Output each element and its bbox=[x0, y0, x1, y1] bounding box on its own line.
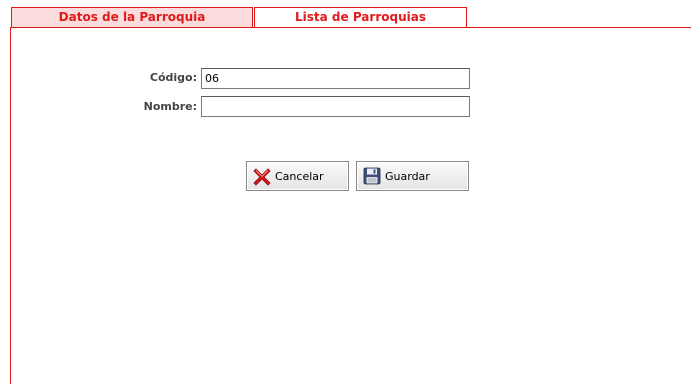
nombre-input[interactable] bbox=[201, 96, 470, 117]
floppy-disk-icon bbox=[362, 166, 382, 186]
tab-datos-label: Datos de la Parroquia bbox=[58, 10, 206, 24]
tab-lista-label: Lista de Parroquias bbox=[295, 10, 426, 24]
page-frame: Datos de la Parroquia Lista de Parroquia… bbox=[0, 0, 691, 384]
red-x-icon bbox=[252, 166, 272, 186]
nombre-label: Nombre: bbox=[143, 100, 197, 113]
codigo-label: Código: bbox=[149, 71, 197, 84]
tab-datos-parroquia[interactable]: Datos de la Parroquia bbox=[11, 7, 253, 28]
panel-top-border bbox=[10, 27, 691, 28]
codigo-input[interactable] bbox=[201, 68, 470, 89]
save-button[interactable]: Guardar bbox=[356, 161, 469, 191]
save-button-label: Guardar bbox=[385, 169, 430, 183]
cancel-button[interactable]: Cancelar bbox=[246, 161, 349, 191]
tab-lista-parroquias[interactable]: Lista de Parroquias bbox=[254, 7, 467, 28]
panel-left-border bbox=[10, 27, 11, 384]
cancel-button-label: Cancelar bbox=[275, 169, 324, 183]
